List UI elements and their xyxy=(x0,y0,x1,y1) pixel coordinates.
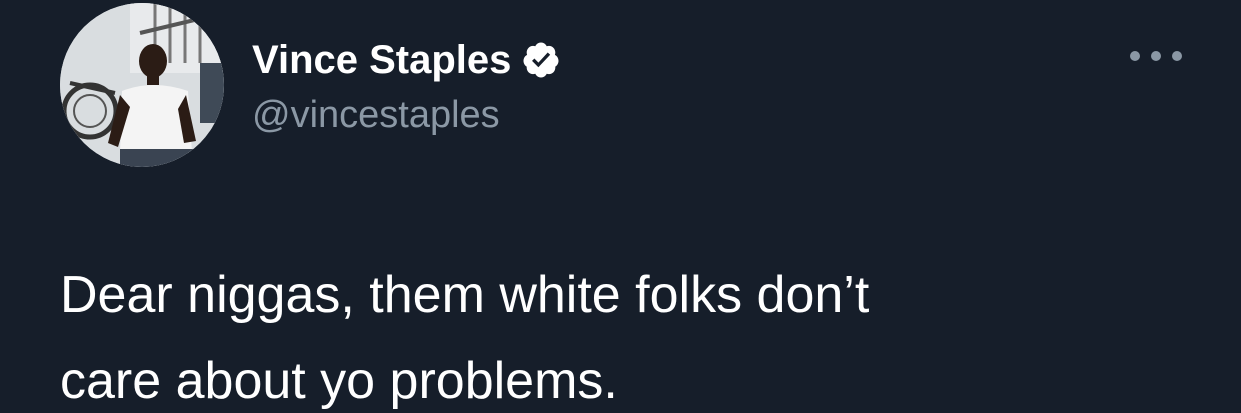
author-name-row: Vince Staples xyxy=(252,32,561,88)
display-name[interactable]: Vince Staples xyxy=(252,38,511,83)
more-dot xyxy=(1172,51,1182,61)
avatar[interactable] xyxy=(60,3,224,167)
more-dot xyxy=(1130,51,1140,61)
verified-badge-icon xyxy=(521,40,561,80)
profile-photo xyxy=(60,3,224,167)
more-horizontal-icon[interactable] xyxy=(1130,44,1182,68)
tweet-text: Dear niggas, them white folks don’t care… xyxy=(60,266,870,410)
author-handle[interactable]: @vincestaples xyxy=(252,94,500,137)
more-dot xyxy=(1151,51,1161,61)
tweet-card: Vince Staples @vincestaples Dear niggas,… xyxy=(0,0,1241,413)
